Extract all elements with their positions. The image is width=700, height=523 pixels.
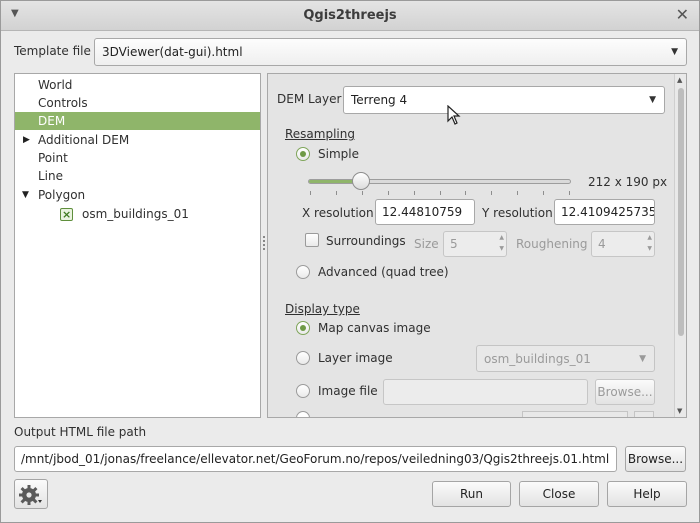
simple-label: Simple: [318, 147, 359, 161]
advanced-radio[interactable]: [296, 265, 310, 279]
settings-menu-button[interactable]: [14, 479, 48, 509]
slider-tick: [413, 191, 415, 195]
simple-radio[interactable]: [296, 147, 310, 161]
run-button[interactable]: Run: [432, 481, 511, 507]
splitter-handle[interactable]: [262, 234, 266, 256]
mouse-cursor-icon: [447, 105, 461, 125]
layer-image-radio[interactable]: [296, 351, 310, 365]
tree-item-line[interactable]: Line: [15, 167, 260, 185]
x-resolution-label: X resolution: [302, 206, 374, 220]
clipped-row: [296, 411, 661, 417]
layer-image-label: Layer image: [318, 351, 393, 365]
slider-tick: [387, 191, 389, 195]
slider-tick: [543, 191, 545, 195]
help-button[interactable]: Help: [607, 481, 687, 507]
layer-tree[interactable]: World Controls DEM ▶ Additional DEM Poin…: [14, 73, 261, 418]
slider-tick: [465, 191, 467, 195]
dem-layer-combo[interactable]: Terreng 4 ▼: [343, 86, 665, 114]
size-label: Size: [414, 237, 439, 251]
resolution-slider-handle[interactable]: [351, 172, 370, 190]
tree-item-point[interactable]: Point: [15, 149, 260, 167]
collapse-arrow-icon[interactable]: ▼: [22, 186, 29, 204]
output-path-input[interactable]: /mnt/jbod_01/jonas/freelance/ellevator.n…: [14, 446, 617, 472]
slider-tick: [310, 191, 311, 195]
output-path-label: Output HTML file path: [14, 425, 147, 439]
slider-tick: [491, 191, 493, 195]
layer-checkbox[interactable]: ×: [60, 208, 73, 221]
surroundings-label: Surroundings: [326, 234, 406, 248]
slider-tick: [439, 191, 441, 195]
tree-item-controls[interactable]: Controls: [15, 94, 260, 112]
roughening-value: 4: [598, 237, 606, 251]
tree-item-world[interactable]: World: [15, 76, 260, 94]
gear-icon: [19, 485, 42, 505]
map-canvas-radio[interactable]: [296, 321, 310, 335]
chevron-down-icon: ▼: [639, 354, 646, 364]
display-type-title: Display type: [285, 302, 360, 316]
close-button[interactable]: Close: [519, 481, 599, 507]
size-spinbox[interactable]: 5 ▲ ▼: [443, 231, 507, 257]
output-browse-button[interactable]: Browse...: [625, 446, 686, 472]
scroll-down-icon[interactable]: ▼: [677, 407, 682, 415]
image-file-input[interactable]: [383, 379, 588, 405]
slider-tick: [361, 191, 363, 195]
image-file-radio[interactable]: [296, 384, 310, 398]
resolution-slider-track[interactable]: [308, 179, 571, 184]
scroll-up-icon[interactable]: ▲: [677, 76, 682, 84]
dem-layer-value: Terreng 4: [351, 93, 408, 107]
advanced-label: Advanced (quad tree): [318, 265, 449, 279]
window-title: Qgis2threejs: [303, 8, 397, 23]
tree-item-osm-buildings[interactable]: × osm_buildings_01: [15, 205, 260, 223]
y-resolution-label: Y resolution: [482, 206, 553, 220]
x-resolution-input[interactable]: 12.44810759: [375, 199, 475, 225]
size-value: 5: [450, 237, 458, 251]
scrollbar-thumb[interactable]: [678, 88, 684, 336]
resampling-title: Resampling: [285, 127, 355, 141]
template-file-value: 3DViewer(dat-gui).html: [102, 45, 243, 59]
layer-image-combo[interactable]: osm_buildings_01 ▼: [476, 345, 655, 372]
close-window-icon[interactable]: ✕: [676, 5, 689, 24]
spin-arrows-icon: ▲ ▼: [499, 234, 504, 252]
layer-image-value: osm_buildings_01: [484, 352, 591, 366]
tree-item-dem[interactable]: DEM: [15, 112, 260, 130]
slider-tick: [335, 191, 337, 195]
spin-arrows-icon: ▲ ▼: [647, 234, 652, 252]
roughening-label: Roughening: [516, 237, 588, 251]
slider-tick: [517, 191, 519, 195]
dem-layer-label: DEM Layer: [277, 92, 342, 106]
checkmark-icon: ×: [62, 208, 72, 221]
image-browse-button[interactable]: Browse...: [595, 379, 655, 405]
roughening-spinbox[interactable]: 4 ▲ ▼: [591, 231, 655, 257]
chevron-down-icon: ▼: [649, 95, 656, 105]
map-canvas-label: Map canvas image: [318, 321, 431, 335]
slider-tick: [569, 191, 570, 195]
resolution-size-text: 212 x 190 px: [588, 175, 668, 189]
surroundings-checkbox[interactable]: [305, 233, 319, 247]
template-file-label: Template file: [14, 44, 91, 58]
chevron-down-icon: ▼: [671, 47, 678, 57]
tree-item-additional-dem[interactable]: ▶ Additional DEM: [15, 131, 260, 149]
image-file-label: Image file: [318, 384, 378, 398]
y-resolution-input[interactable]: 12.4109425735: [554, 199, 655, 225]
expand-arrow-icon[interactable]: ▶: [23, 131, 30, 149]
tree-item-polygon[interactable]: ▼ Polygon: [15, 186, 260, 204]
title-bar: ▼ Qgis2threejs ✕: [1, 1, 699, 31]
plugin-dialog: ▼ Qgis2threejs ✕ Template file 3DViewer(…: [0, 0, 700, 523]
panel-scrollbar[interactable]: ▲ ▼: [674, 74, 686, 417]
template-file-combo[interactable]: 3DViewer(dat-gui).html ▼: [94, 38, 687, 66]
